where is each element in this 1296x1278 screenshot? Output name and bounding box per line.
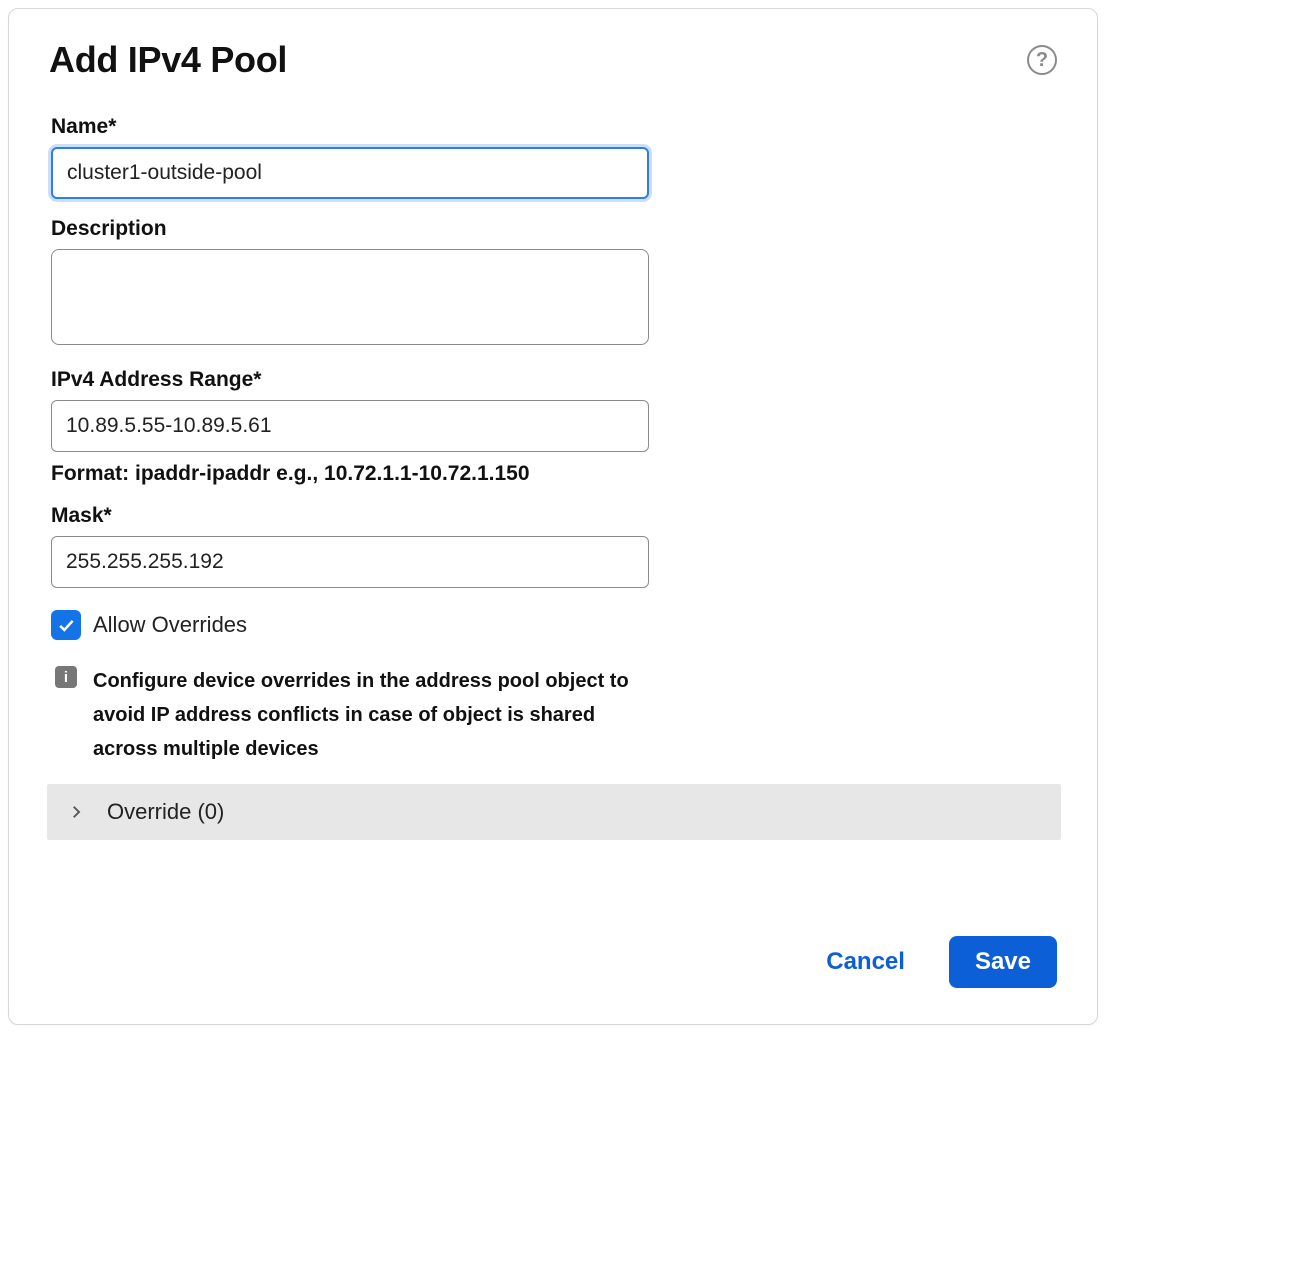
range-format-hint: Format: ipaddr-ipaddr e.g., 10.72.1.1-10… [51, 462, 1057, 486]
cancel-button[interactable]: Cancel [826, 948, 905, 976]
mask-input[interactable] [51, 536, 649, 588]
description-field-group: Description [51, 217, 1057, 350]
allow-overrides-checkbox[interactable] [51, 610, 81, 640]
override-section[interactable]: Override (0) [47, 784, 1061, 840]
help-icon[interactable]: ? [1027, 45, 1057, 75]
dialog-footer: Cancel Save [49, 936, 1057, 988]
mask-label: Mask* [51, 504, 1057, 528]
dialog-header: Add IPv4 Pool ? [49, 39, 1057, 81]
form-body: Name* Description IPv4 Address Range* Fo… [49, 115, 1057, 840]
name-label: Name* [51, 115, 1057, 139]
info-row: i Configure device overrides in the addr… [51, 664, 1057, 766]
info-text: Configure device overrides in the addres… [93, 664, 653, 766]
override-label: Override (0) [107, 799, 224, 825]
range-field-group: IPv4 Address Range* Format: ipaddr-ipadd… [51, 368, 1057, 486]
chevron-right-icon [67, 803, 85, 821]
add-ipv4-pool-dialog: Add IPv4 Pool ? Name* Description IPv4 A… [8, 8, 1098, 1025]
range-input[interactable] [51, 400, 649, 452]
check-icon [56, 615, 76, 635]
info-icon: i [55, 666, 77, 688]
save-button[interactable]: Save [949, 936, 1057, 988]
range-label: IPv4 Address Range* [51, 368, 1057, 392]
description-input[interactable] [51, 249, 649, 345]
allow-overrides-label: Allow Overrides [93, 612, 247, 638]
name-field-group: Name* [51, 115, 1057, 199]
allow-overrides-row: Allow Overrides [51, 610, 1057, 640]
name-input[interactable] [51, 147, 649, 199]
description-label: Description [51, 217, 1057, 241]
dialog-title: Add IPv4 Pool [49, 39, 287, 81]
mask-field-group: Mask* [51, 504, 1057, 588]
